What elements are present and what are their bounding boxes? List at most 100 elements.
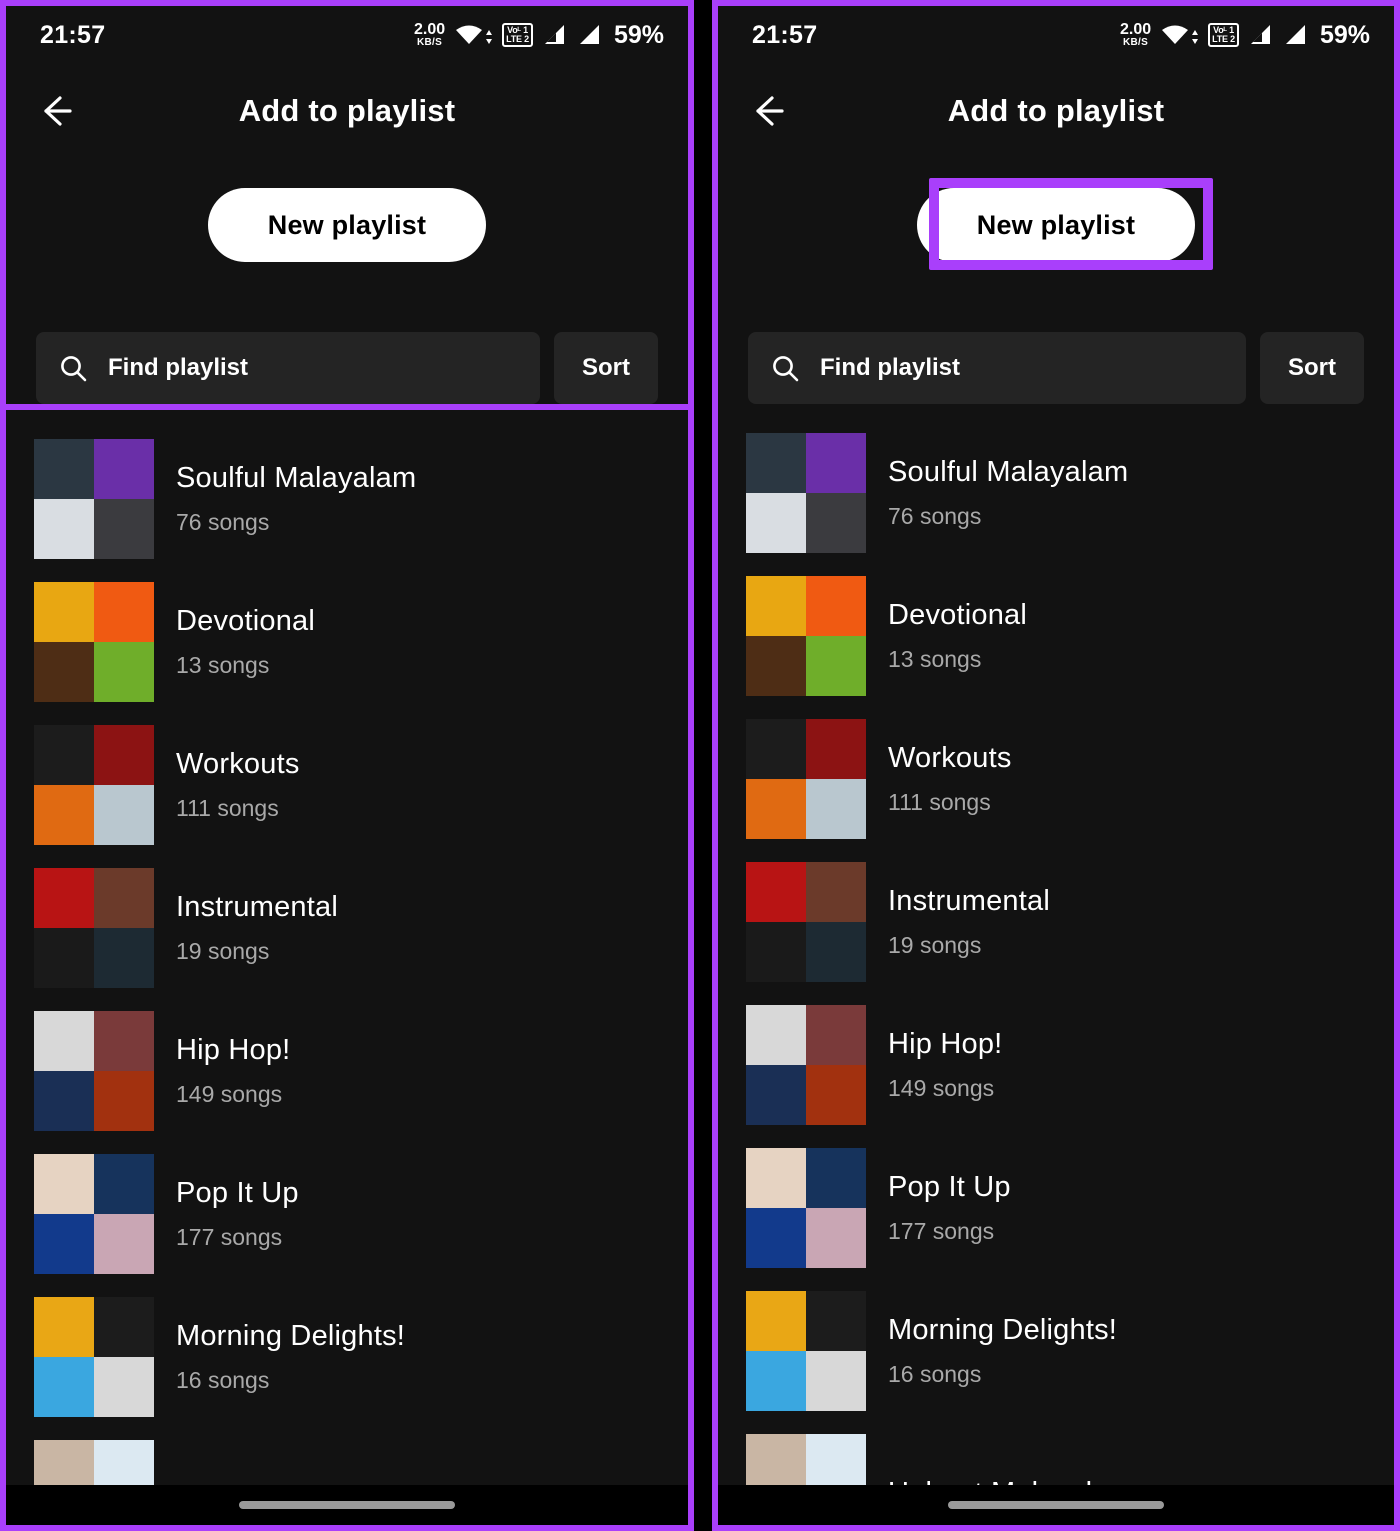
album-art-tile — [34, 1296, 94, 1357]
signal-bars-icon — [1285, 25, 1305, 44]
playlist-meta: Instrumental 19 songs — [888, 885, 1050, 959]
album-art-tile — [806, 1064, 866, 1125]
album-art-tile — [34, 1010, 94, 1071]
sort-button[interactable]: Sort — [1260, 332, 1364, 404]
list-item[interactable]: Instrumental 19 songs — [6, 856, 688, 999]
list-item[interactable]: Workouts 111 songs — [6, 713, 688, 856]
album-art-tile — [34, 1153, 94, 1214]
album-art-tile — [806, 1147, 866, 1208]
right-screenshot-panel: 21:57 2.00 KB/S Voᴸ 1 LTE 2 59% Add to p… — [700, 0, 1400, 1531]
album-art-tile — [34, 581, 94, 642]
status-clock: 21:57 — [752, 20, 818, 49]
search-placeholder: Find playlist — [108, 354, 249, 381]
list-item[interactable]: Soulful Malayalam 76 songs — [6, 427, 688, 570]
playlist-artwork — [746, 1004, 866, 1125]
album-art-tile — [746, 718, 806, 779]
back-button[interactable] — [28, 83, 84, 139]
new-playlist-button[interactable]: New playlist — [917, 188, 1195, 262]
playlist-song-count: 76 songs — [176, 508, 270, 535]
playlist-meta: Devotional 13 songs — [176, 605, 315, 679]
list-item[interactable]: Soulful Malayalam 76 songs — [718, 421, 1394, 564]
volte-indicator-icon: Voᴸ 1 LTE 2 — [1208, 23, 1239, 47]
album-art-tile — [94, 1296, 154, 1357]
playlist-song-count: 16 songs — [888, 1360, 982, 1387]
battery-percentage: 59% — [1319, 20, 1370, 49]
album-art-tile — [94, 1070, 154, 1131]
album-art-tile — [94, 438, 154, 499]
status-bar: 21:57 2.00 KB/S Voᴸ 1 LTE 2 59% — [718, 6, 1394, 64]
home-indicator-pill[interactable] — [239, 1501, 455, 1509]
playlist-song-count: 19 songs — [888, 931, 982, 958]
list-item[interactable]: Instrumental 19 songs — [718, 850, 1394, 993]
album-art-tile — [806, 1004, 866, 1065]
playlist-meta: Instrumental 19 songs — [176, 891, 338, 965]
phone-frame-right: 21:57 2.00 KB/S Voᴸ 1 LTE 2 59% Add to p… — [712, 0, 1400, 1531]
arrow-left-icon — [756, 96, 784, 126]
playlist-name: Morning Delights! — [888, 1313, 1118, 1346]
playlist-meta: Workouts 111 songs — [888, 742, 1012, 816]
playlist-meta: Morning Delights! 16 songs — [176, 1320, 405, 1394]
playlist-song-count: 149 songs — [176, 1080, 283, 1107]
playlist-artwork — [34, 1296, 154, 1417]
list-item[interactable]: Morning Delights! 16 songs — [718, 1279, 1394, 1422]
album-art-tile — [746, 492, 806, 553]
home-indicator-bar — [718, 1485, 1394, 1525]
playlist-song-count: 111 songs — [176, 794, 279, 821]
album-art-tile — [94, 724, 154, 785]
search-sort-row: Find playlist Sort — [748, 332, 1364, 404]
list-item[interactable]: Workouts 111 songs — [718, 707, 1394, 850]
album-art-tile — [94, 1356, 154, 1417]
list-item[interactable]: Hip Hop! 149 songs — [718, 993, 1394, 1136]
playlist-name: Hip Hop! — [176, 1033, 291, 1066]
volte-line-2: LTE 2 — [506, 34, 529, 44]
playlist-list[interactable]: Soulful Malayalam 76 songs Devotional 13 so… — [718, 421, 1394, 1525]
playlist-meta: Pop It Up 177 songs — [176, 1177, 299, 1251]
list-item[interactable]: Pop It Up 177 songs — [718, 1136, 1394, 1279]
album-art-tile — [34, 927, 94, 988]
list-item[interactable]: Devotional 13 songs — [718, 564, 1394, 707]
phone-frame-left: 21:57 2.00 KB/S Voᴸ 1 LTE 2 59% Add to p… — [0, 0, 694, 1531]
playlist-song-count: 76 songs — [888, 502, 982, 529]
signal-bars-icon — [579, 25, 599, 44]
playlist-artwork — [746, 432, 866, 553]
list-item[interactable]: Hip Hop! 149 songs — [6, 999, 688, 1142]
playlist-name: Morning Delights! — [176, 1319, 406, 1352]
search-input[interactable]: Find playlist — [36, 332, 540, 404]
playlist-meta: Hip Hop! 149 songs — [176, 1034, 290, 1108]
playlist-artwork — [34, 581, 154, 702]
new-playlist-area: New playlist — [718, 188, 1394, 262]
playlist-artwork — [746, 575, 866, 696]
playlist-meta: Morning Delights! 16 songs — [888, 1314, 1117, 1388]
sort-button[interactable]: Sort — [554, 332, 658, 404]
search-sort-row: Find playlist Sort — [36, 332, 658, 404]
album-art-tile — [94, 641, 154, 702]
album-art-tile — [806, 492, 866, 553]
search-input[interactable]: Find playlist — [748, 332, 1246, 404]
playlist-name: Pop It Up — [176, 1176, 299, 1209]
playlist-meta: Soulful Malayalam 76 songs — [888, 456, 1128, 530]
album-art-tile — [34, 438, 94, 499]
playlist-name: Soulful Malayalam — [888, 455, 1129, 488]
playlist-name: Workouts — [888, 741, 1012, 774]
album-art-tile — [806, 1350, 866, 1411]
playlist-list[interactable]: Soulful Malayalam 76 songs Devotional 13 so… — [6, 427, 688, 1525]
back-button[interactable] — [740, 83, 796, 139]
search-icon — [773, 356, 799, 382]
playlist-song-count: 177 songs — [176, 1223, 283, 1250]
app-screen-left: 21:57 2.00 KB/S Voᴸ 1 LTE 2 59% Add to p… — [6, 6, 688, 1525]
playlist-song-count: 111 songs — [888, 788, 991, 815]
list-item[interactable]: Pop It Up 177 songs — [6, 1142, 688, 1285]
list-item[interactable]: Morning Delights! 16 songs — [6, 1285, 688, 1428]
album-art-tile — [746, 1350, 806, 1411]
list-item[interactable]: Devotional 13 songs — [6, 570, 688, 713]
home-indicator-pill[interactable] — [948, 1501, 1164, 1509]
album-art-tile — [94, 1213, 154, 1274]
album-art-tile — [34, 498, 94, 559]
battery-percentage: 59% — [613, 20, 664, 49]
new-playlist-button[interactable]: New playlist — [208, 188, 486, 262]
album-art-tile — [806, 635, 866, 696]
album-art-tile — [34, 1213, 94, 1274]
playlist-song-count: 177 songs — [888, 1217, 995, 1244]
volte-indicator-icon: Voᴸ 1 LTE 2 — [502, 23, 533, 47]
status-icons: 2.00 KB/S Voᴸ 1 LTE 2 59% — [414, 21, 664, 50]
